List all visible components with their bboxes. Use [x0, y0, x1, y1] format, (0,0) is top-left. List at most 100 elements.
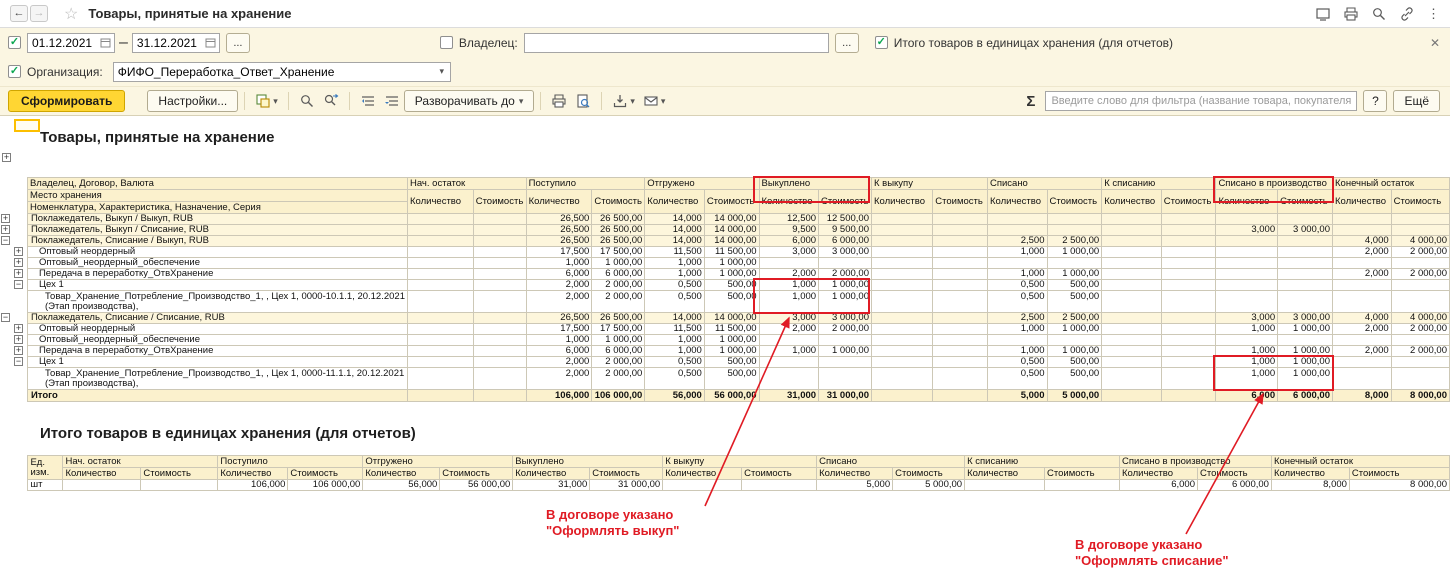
expand-icon[interactable]: +: [14, 335, 23, 344]
owner-input[interactable]: [524, 33, 829, 53]
units-total-checkbox[interactable]: ✓: [875, 36, 888, 49]
column-group-header: К выкупу: [663, 456, 817, 468]
cell: [933, 324, 988, 335]
cell: 3,000: [1216, 313, 1278, 324]
period-more-button[interactable]: ...: [226, 33, 250, 53]
collapse-icon[interactable]: −: [14, 280, 23, 289]
cell: [871, 313, 932, 324]
expand-icon[interactable]: +: [1, 214, 10, 223]
expand-icon[interactable]: +: [14, 247, 23, 256]
table-row: −Цех 12,0002 000,000,500500,000,500500,0…: [0, 357, 1450, 368]
owner-more-button[interactable]: ...: [835, 33, 859, 53]
search-icon[interactable]: [1371, 6, 1387, 22]
send-email-button[interactable]: ▾: [639, 90, 670, 112]
expand-icon[interactable]: +: [14, 346, 23, 355]
expand-to-button[interactable]: Разворачивать до ▾: [404, 90, 535, 112]
close-icon[interactable]: ✕: [1428, 36, 1442, 50]
subcolumn-header: Количество: [218, 468, 288, 480]
menu-kebab-icon[interactable]: ⋮: [1427, 7, 1440, 20]
cell: 14,000: [645, 225, 705, 236]
expand-icon[interactable]: +: [14, 269, 23, 278]
column-group-header: Нач. остаток: [408, 178, 527, 190]
back-button[interactable]: ←: [10, 5, 28, 22]
cell: 6 000,00: [592, 269, 645, 280]
save-file-button[interactable]: ▾: [608, 90, 639, 112]
expand-to-label: Разворачивать до: [415, 94, 515, 108]
cell: 0,500: [645, 291, 705, 313]
expand-icon[interactable]: +: [1, 225, 10, 234]
cell: 26 500,00: [592, 214, 645, 225]
owner-filter: Владелец: ...: [440, 33, 859, 53]
expand-levels-button[interactable]: [380, 90, 404, 112]
window-icon[interactable]: [1315, 6, 1331, 22]
expand-icon[interactable]: +: [14, 324, 23, 333]
cell: 26,500: [526, 236, 592, 247]
find-button[interactable]: [295, 90, 319, 112]
cell: 26 500,00: [592, 225, 645, 236]
cell: [1102, 346, 1162, 357]
cell: [1102, 335, 1162, 346]
date-from-input[interactable]: [32, 36, 100, 50]
cell: [933, 335, 988, 346]
cell: [742, 480, 817, 491]
cell: [759, 357, 819, 368]
cell: [63, 480, 141, 491]
generate-button[interactable]: Сформировать: [8, 90, 125, 112]
cell: 11 500,00: [704, 324, 759, 335]
cell: 6 000,00: [1278, 390, 1333, 402]
cell: [663, 480, 742, 491]
sum-sigma-icon[interactable]: Σ: [1022, 93, 1039, 110]
cell: [1391, 335, 1449, 346]
cell: 0,500: [987, 280, 1047, 291]
subcolumn-header: Стоимость: [1391, 190, 1449, 214]
settings-button[interactable]: Настройки...: [147, 90, 238, 112]
cell: 6,000: [759, 236, 819, 247]
report-variants-button[interactable]: ▾: [251, 90, 282, 112]
cell: 2 000,00: [1391, 346, 1449, 357]
link-icon[interactable]: [1399, 6, 1415, 22]
date-to-input[interactable]: [137, 36, 205, 50]
forward-button[interactable]: →: [30, 5, 48, 22]
expand-icon[interactable]: +: [14, 258, 23, 267]
cell: [1216, 214, 1278, 225]
cell: 1 000,00: [1047, 324, 1102, 335]
organization-checkbox[interactable]: ✓: [8, 65, 21, 78]
cell: [1102, 390, 1162, 402]
expand-levels-icon: [384, 93, 400, 109]
print-button[interactable]: [547, 90, 571, 112]
selected-cell-cursor[interactable]: [14, 119, 40, 132]
help-button[interactable]: ?: [1363, 90, 1387, 112]
more-button[interactable]: Ещё: [1393, 90, 1440, 112]
cell: [1216, 291, 1278, 313]
favorite-star-icon[interactable]: ☆: [64, 4, 78, 24]
cell: [1047, 225, 1102, 236]
cell: [1333, 280, 1392, 291]
owner-checkbox[interactable]: [440, 36, 453, 49]
cell: 31 000,00: [819, 390, 872, 402]
cell: [473, 368, 526, 390]
expand-icon[interactable]: +: [2, 153, 11, 162]
print-preview-button[interactable]: [571, 90, 595, 112]
calendar-icon[interactable]: [205, 37, 216, 48]
cell: [987, 335, 1047, 346]
chevron-down-icon: ▾: [661, 96, 666, 107]
chevron-down-icon[interactable]: ▾: [434, 66, 450, 77]
cell: 17 500,00: [592, 324, 645, 335]
row-label: Товар_Хранение_Потребление_Производство_…: [27, 368, 407, 390]
quick-filter-input[interactable]: [1045, 91, 1357, 111]
collapse-icon[interactable]: −: [1, 313, 10, 322]
find-next-button[interactable]: [319, 90, 343, 112]
calendar-icon[interactable]: [100, 37, 111, 48]
cell: [1102, 247, 1162, 258]
titlebar: ← → ☆ Товары, принятые на хранение ⋮: [0, 0, 1450, 28]
collapse-icon[interactable]: −: [1, 236, 10, 245]
cell: 0,500: [645, 357, 705, 368]
cell: [1102, 258, 1162, 269]
period-checkbox[interactable]: ✓: [8, 36, 21, 49]
cell: [408, 236, 474, 247]
collapse-levels-button[interactable]: [356, 90, 380, 112]
print-icon[interactable]: [1343, 6, 1359, 22]
cell: [473, 269, 526, 280]
organization-input[interactable]: [114, 65, 434, 79]
collapse-icon[interactable]: −: [14, 357, 23, 366]
